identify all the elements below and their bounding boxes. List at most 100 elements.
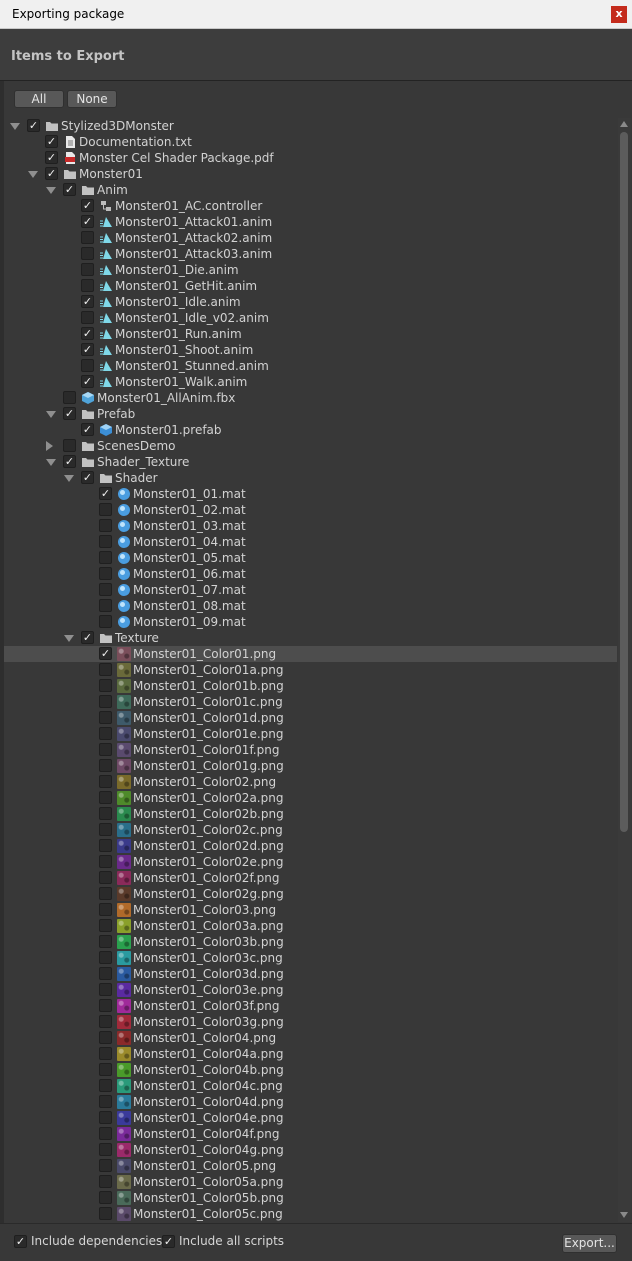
tree-file-row[interactable]: Monster01_Color04e.png <box>4 1110 617 1126</box>
export-button[interactable]: Export... <box>562 1234 617 1253</box>
tree-file-row[interactable]: Monster01_Color02f.png <box>4 870 617 886</box>
include-scripts-checkbox[interactable]: ✓ <box>162 1235 175 1248</box>
row-checkbox[interactable]: ✓ <box>81 215 94 228</box>
row-checkbox[interactable] <box>81 231 94 244</box>
row-checkbox[interactable] <box>99 743 112 756</box>
tree-file-row[interactable]: ✓ Monster01_Run.anim <box>4 326 617 342</box>
row-checkbox[interactable]: ✓ <box>99 487 112 500</box>
tree-folder-row[interactable]: ✓ Stylized3DMonster <box>4 118 617 134</box>
tree-file-row[interactable]: Monster01_09.mat <box>4 614 617 630</box>
chevron-down-icon[interactable] <box>46 187 56 194</box>
row-checkbox[interactable] <box>99 1015 112 1028</box>
row-checkbox[interactable] <box>99 567 112 580</box>
tree-file-row[interactable]: Monster01_Color03d.png <box>4 966 617 982</box>
row-checkbox[interactable] <box>99 1159 112 1172</box>
tree-file-row[interactable]: Monster01_Color02e.png <box>4 854 617 870</box>
select-all-button[interactable]: All <box>14 90 64 108</box>
row-checkbox[interactable] <box>99 551 112 564</box>
tree-folder-row[interactable]: ✓ Monster01 <box>4 166 617 182</box>
tree-file-row[interactable]: Monster01_Color04g.png <box>4 1142 617 1158</box>
chevron-down-icon[interactable] <box>46 459 56 466</box>
tree-file-row[interactable]: Monster01_Color04a.png <box>4 1046 617 1062</box>
tree-file-row[interactable]: Monster01_Color01b.png <box>4 678 617 694</box>
row-checkbox[interactable]: ✓ <box>63 183 76 196</box>
chevron-down-icon[interactable] <box>28 171 38 178</box>
row-checkbox[interactable] <box>99 839 112 852</box>
row-checkbox[interactable] <box>99 599 112 612</box>
tree-file-row[interactable]: Monster01_Color02b.png <box>4 806 617 822</box>
tree-folder-row[interactable]: ✓ Texture <box>4 630 617 646</box>
scrollbar-thumb[interactable] <box>620 132 628 832</box>
tree-file-row[interactable]: Monster01_07.mat <box>4 582 617 598</box>
row-checkbox[interactable] <box>99 887 112 900</box>
tree-file-row[interactable]: Monster01_Color05b.png <box>4 1190 617 1206</box>
row-checkbox[interactable]: ✓ <box>81 423 94 436</box>
row-checkbox[interactable] <box>99 583 112 596</box>
tree-file-row[interactable]: Monster01_05.mat <box>4 550 617 566</box>
row-checkbox[interactable] <box>63 391 76 404</box>
row-checkbox[interactable] <box>99 1063 112 1076</box>
row-checkbox[interactable] <box>99 759 112 772</box>
tree-folder-row[interactable]: ScenesDemo <box>4 438 617 454</box>
tree-file-row[interactable]: Monster01_Color04c.png <box>4 1078 617 1094</box>
tree-file-row[interactable]: Monster01_06.mat <box>4 566 617 582</box>
row-checkbox[interactable] <box>81 263 94 276</box>
tree-file-row[interactable]: Monster01_Color01e.png <box>4 726 617 742</box>
tree-file-row[interactable]: ✓ Monster01_Shoot.anim <box>4 342 617 358</box>
row-checkbox[interactable] <box>99 823 112 836</box>
row-checkbox[interactable] <box>99 967 112 980</box>
row-checkbox[interactable]: ✓ <box>81 631 94 644</box>
tree-file-row[interactable]: Monster01_Color05a.png <box>4 1174 617 1190</box>
row-checkbox[interactable] <box>99 775 112 788</box>
tree-file-row[interactable]: ✓ Monster01_01.mat <box>4 486 617 502</box>
row-checkbox[interactable]: ✓ <box>81 295 94 308</box>
tree-file-row[interactable]: Monster01_08.mat <box>4 598 617 614</box>
tree-file-row[interactable]: ✓ Documentation.txt <box>4 134 617 150</box>
row-checkbox[interactable] <box>99 535 112 548</box>
tree-file-row[interactable]: Monster01_Color05c.png <box>4 1206 617 1222</box>
close-button[interactable]: x <box>611 6 627 23</box>
row-checkbox[interactable] <box>99 1143 112 1156</box>
tree-file-row[interactable]: ✓ Monster01.prefab <box>4 422 617 438</box>
tree-file-row[interactable]: Monster01_04.mat <box>4 534 617 550</box>
tree-file-row[interactable]: Monster01_Color04d.png <box>4 1094 617 1110</box>
tree-file-row[interactable]: Monster01_Color01c.png <box>4 694 617 710</box>
row-checkbox[interactable]: ✓ <box>99 647 112 660</box>
tree-file-row[interactable]: Monster01_Die.anim <box>4 262 617 278</box>
row-checkbox[interactable] <box>99 1047 112 1060</box>
row-checkbox[interactable] <box>99 1031 112 1044</box>
tree-file-row[interactable]: Monster01_03.mat <box>4 518 617 534</box>
tree-file-row[interactable]: Monster01_GetHit.anim <box>4 278 617 294</box>
tree-file-row[interactable]: Monster01_Color03.png <box>4 902 617 918</box>
chevron-down-icon[interactable] <box>10 123 20 130</box>
row-checkbox[interactable] <box>99 695 112 708</box>
row-checkbox[interactable] <box>99 1175 112 1188</box>
tree-file-row[interactable]: Monster01_Color03a.png <box>4 918 617 934</box>
row-checkbox[interactable]: ✓ <box>45 151 58 164</box>
row-checkbox[interactable] <box>99 1191 112 1204</box>
row-checkbox[interactable] <box>81 311 94 324</box>
row-checkbox[interactable] <box>81 279 94 292</box>
tree-folder-row[interactable]: ✓ Anim <box>4 182 617 198</box>
tree-file-row[interactable]: ✓ Monster01_AC.controller <box>4 198 617 214</box>
row-checkbox[interactable]: ✓ <box>27 119 40 132</box>
tree-file-row[interactable]: Monster01_Idle_v02.anim <box>4 310 617 326</box>
row-checkbox[interactable] <box>99 1127 112 1140</box>
row-checkbox[interactable]: ✓ <box>81 471 94 484</box>
row-checkbox[interactable] <box>99 663 112 676</box>
row-checkbox[interactable] <box>99 679 112 692</box>
row-checkbox[interactable] <box>99 919 112 932</box>
row-checkbox[interactable] <box>99 1207 112 1220</box>
row-checkbox[interactable] <box>99 1095 112 1108</box>
row-checkbox[interactable] <box>99 871 112 884</box>
tree-file-row[interactable]: Monster01_AllAnim.fbx <box>4 390 617 406</box>
row-checkbox[interactable] <box>81 247 94 260</box>
scroll-up-icon[interactable] <box>620 121 628 127</box>
tree-file-row[interactable]: Monster01_02.mat <box>4 502 617 518</box>
tree-file-row[interactable]: Monster01_Color04.png <box>4 1030 617 1046</box>
row-checkbox[interactable] <box>99 615 112 628</box>
tree-file-row[interactable]: Monster01_Attack02.anim <box>4 230 617 246</box>
tree-file-row[interactable]: Monster01_Color01a.png <box>4 662 617 678</box>
row-checkbox[interactable]: ✓ <box>63 455 76 468</box>
tree-file-row[interactable]: ✓ Monster01_Idle.anim <box>4 294 617 310</box>
